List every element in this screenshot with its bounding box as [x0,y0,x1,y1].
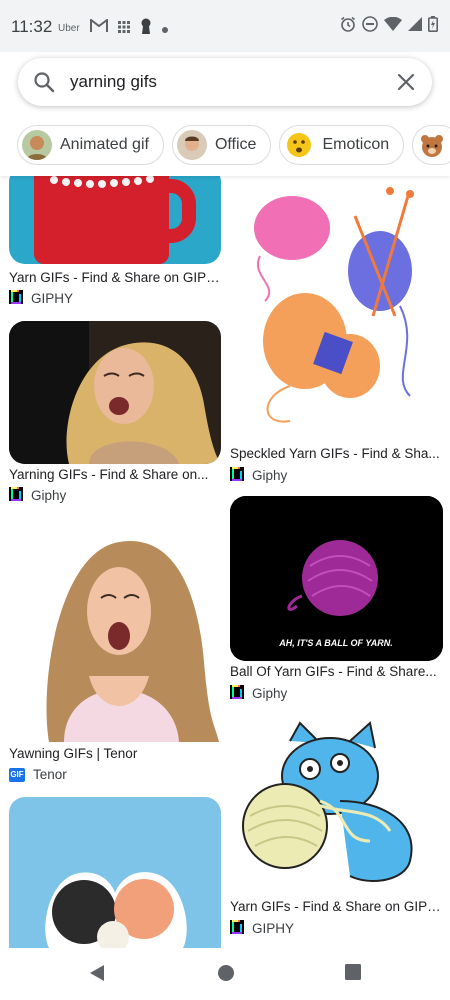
result-source-label: GIPHY [31,291,74,306]
chip-label: Emoticon [322,136,390,153]
chip-animated-gif[interactable]: Animated gif [17,125,164,165]
suggestion-chips: Animated gif Office Emoticon [17,125,450,165]
tenor-favicon-icon: GIF [9,767,25,782]
result-image[interactable] [9,797,221,948]
search-input[interactable]: yarning gifs [70,72,157,92]
home-button-icon[interactable] [217,964,235,987]
giphy-favicon-icon [230,467,244,484]
search-icon[interactable] [32,70,56,99]
clear-search-icon[interactable] [394,70,418,99]
result-title[interactable]: Yarning GIFs - Find & Share on... [9,467,221,482]
chip-emoticon[interactable]: Emoticon [279,125,405,165]
result-title[interactable]: Ball Of Yarn GIFs - Find & Share... [230,664,443,679]
result-card[interactable]: Yarning GIFs - Find & Share on... Giphy [9,321,221,506]
result-title[interactable]: Yarn GIFs - Find & Share on GIPHY [230,899,443,914]
system-nav-bar [0,948,450,1000]
result-image[interactable] [9,321,221,464]
cellular-signal-icon [408,17,422,36]
result-image[interactable]: AH, IT'S A BALL OF YARN. [230,496,443,661]
phone-screen: 11:32 Uber yarning gifs Animated gif Off… [0,0,450,1000]
chip-label: Animated gif [60,136,149,153]
result-title[interactable]: Yarn GIFs - Find & Share on GIPHY [9,270,221,285]
do-not-disturb-icon [362,16,378,37]
result-card[interactable]: Speckled Yarn GIFs - Find & Sha... Giphy [230,176,443,486]
emoticon-thumbnail [284,130,315,160]
result-image[interactable] [230,176,443,438]
chip-office[interactable]: Office [171,125,272,165]
result-source[interactable]: GIPHY [9,290,73,307]
result-card[interactable] [9,797,221,948]
keyhole-icon [140,18,152,39]
grid-notification-icon [117,20,130,38]
search-header: yarning gifs Animated gif Office Emotico… [0,52,450,176]
gmail-icon [89,18,108,38]
animated-gif-thumbnail [22,130,52,160]
result-card[interactable]: Yarn GIFs - Find & Share on GIPHY GIPHY [230,721,443,936]
recents-button-icon[interactable] [345,964,361,985]
result-source[interactable]: GIF Tenor [9,767,67,782]
back-button-icon[interactable] [88,964,106,987]
office-thumbnail [176,130,207,160]
result-source[interactable]: Giphy [9,487,66,504]
result-source-label: Giphy [31,488,67,503]
result-source-label: Giphy [252,468,288,483]
result-card[interactable]: AH, IT'S A BALL OF YARN. Ball Of Yarn GI… [230,496,443,706]
status-bar: 11:32 Uber [0,0,450,52]
giphy-favicon-icon [230,685,244,702]
status-time: 11:32 [11,17,53,36]
uber-notification-icon: Uber [58,23,80,34]
wifi-icon [384,16,402,36]
result-card[interactable]: Yarn GIFs - Find & Share on GIPHY GIPHY [9,176,221,306]
result-card[interactable]: Yawning GIFs | Tenor GIF Tenor [9,526,221,786]
result-image[interactable] [230,721,443,891]
bear-thumbnail [417,130,448,160]
result-source[interactable]: GIPHY [230,920,294,937]
giphy-favicon-icon [9,487,23,504]
result-source[interactable]: Giphy [230,685,287,702]
chip-more[interactable] [412,125,450,165]
result-source-label: GIPHY [252,921,295,936]
giphy-favicon-icon [230,920,244,937]
result-source-label: Tenor [33,767,67,782]
result-image[interactable] [9,176,221,264]
result-title[interactable]: Speckled Yarn GIFs - Find & Sha... [230,446,443,461]
chip-label: Office [214,136,257,153]
battery-icon [428,16,438,37]
result-source-label: Giphy [252,686,288,701]
giphy-favicon-icon [9,290,23,307]
gif-caption: AH, IT'S A BALL OF YARN. [278,638,392,648]
alarm-icon [340,16,356,37]
result-image[interactable] [9,526,221,742]
result-source[interactable]: Giphy [230,467,287,484]
image-results-grid: Yarn GIFs - Find & Share on GIPHY GIPHY [0,176,450,948]
result-title[interactable]: Yawning GIFs | Tenor [9,746,221,761]
dot-icon [161,20,168,38]
search-bar[interactable]: yarning gifs [18,58,432,106]
